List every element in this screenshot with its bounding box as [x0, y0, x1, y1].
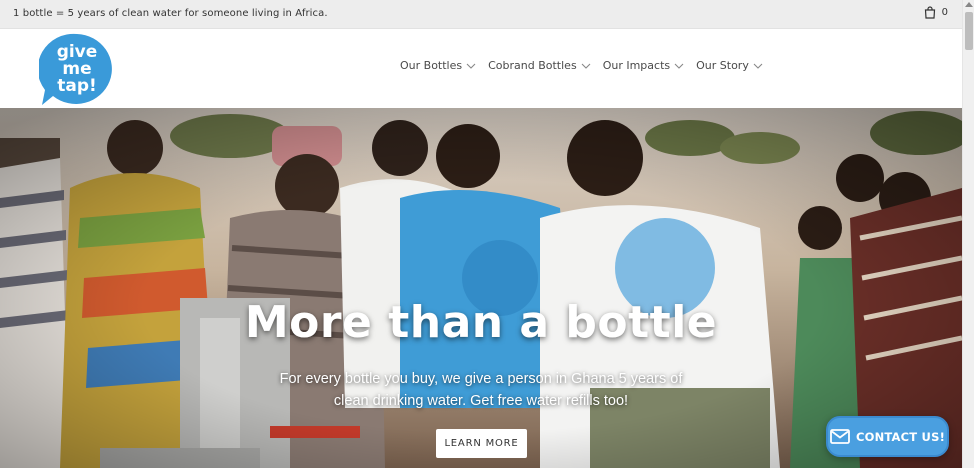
nav-item-our-bottles[interactable]: Our Bottles — [400, 59, 476, 72]
chevron-down-icon — [674, 63, 684, 69]
hero-subtitle: For every bottle you buy, we give a pers… — [279, 371, 683, 409]
nav-item-cobrand-bottles[interactable]: Cobrand Bottles — [488, 59, 591, 72]
scrollbar-thumb[interactable] — [965, 12, 973, 50]
site-header: give me tap! Our Bottles Cobrand Bottles… — [0, 29, 962, 108]
chevron-down-icon — [753, 63, 763, 69]
shopping-bag-icon — [924, 6, 935, 19]
hero-photo — [0, 108, 962, 468]
nav-item-label: Our Bottles — [400, 59, 463, 72]
envelope-icon — [830, 429, 850, 444]
scroll-up-arrow-icon[interactable] — [965, 2, 973, 7]
announcement-text: 1 bottle = 5 years of clean water for so… — [13, 8, 328, 19]
contact-us-label: CONTACT US! — [855, 429, 946, 444]
nav-item-our-story[interactable]: Our Story — [696, 59, 763, 72]
chevron-down-icon — [581, 63, 591, 69]
chevron-down-icon — [466, 63, 476, 69]
page-scrollbar[interactable] — [962, 0, 974, 468]
cart-button[interactable]: 0 — [924, 6, 948, 19]
contact-us-button[interactable]: CONTACT US! — [826, 416, 949, 457]
logo-badge: give me tap! — [37, 33, 112, 106]
learn-more-button[interactable]: LEARN MORE — [436, 429, 527, 458]
nav-item-label: Our Story — [696, 59, 749, 72]
logo[interactable]: give me tap! — [37, 32, 115, 106]
nav-item-label: Our Impacts — [602, 59, 671, 72]
page: 1 bottle = 5 years of clean water for so… — [0, 0, 974, 468]
hero-banner: More than a bottle For every bottle you … — [0, 108, 962, 468]
cart-count: 0 — [941, 7, 948, 18]
hero-title: More than a bottle — [244, 297, 718, 348]
nav-item-label: Cobrand Bottles — [488, 59, 577, 72]
logo-line-3: tap! — [57, 76, 97, 96]
announcement-bar: 1 bottle = 5 years of clean water for so… — [0, 0, 962, 29]
nav-item-our-impacts[interactable]: Our Impacts — [603, 59, 684, 72]
main-nav: Our Bottles Cobrand Bottles Our Impacts … — [400, 59, 763, 72]
